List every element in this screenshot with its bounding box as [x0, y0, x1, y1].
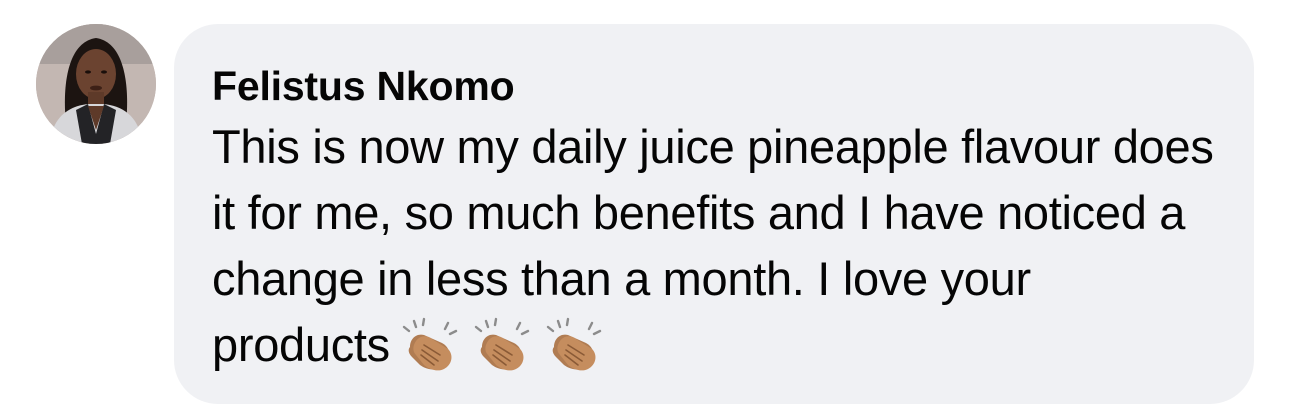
author-name[interactable]: Felistus Nkomo [212, 62, 1218, 110]
comment: Felistus Nkomo This is now my daily juic… [0, 0, 1290, 412]
avatar[interactable] [36, 24, 156, 144]
comment-bubble: Felistus Nkomo This is now my daily juic… [174, 24, 1254, 404]
clapping-hands-icon [468, 317, 534, 373]
comment-text: This is now my daily juice pineapple fla… [212, 114, 1218, 378]
comment-body: This is now my daily juice pineapple fla… [212, 120, 1214, 371]
clapping-hands-icon [396, 317, 462, 373]
clapping-hands-icon [540, 317, 606, 373]
